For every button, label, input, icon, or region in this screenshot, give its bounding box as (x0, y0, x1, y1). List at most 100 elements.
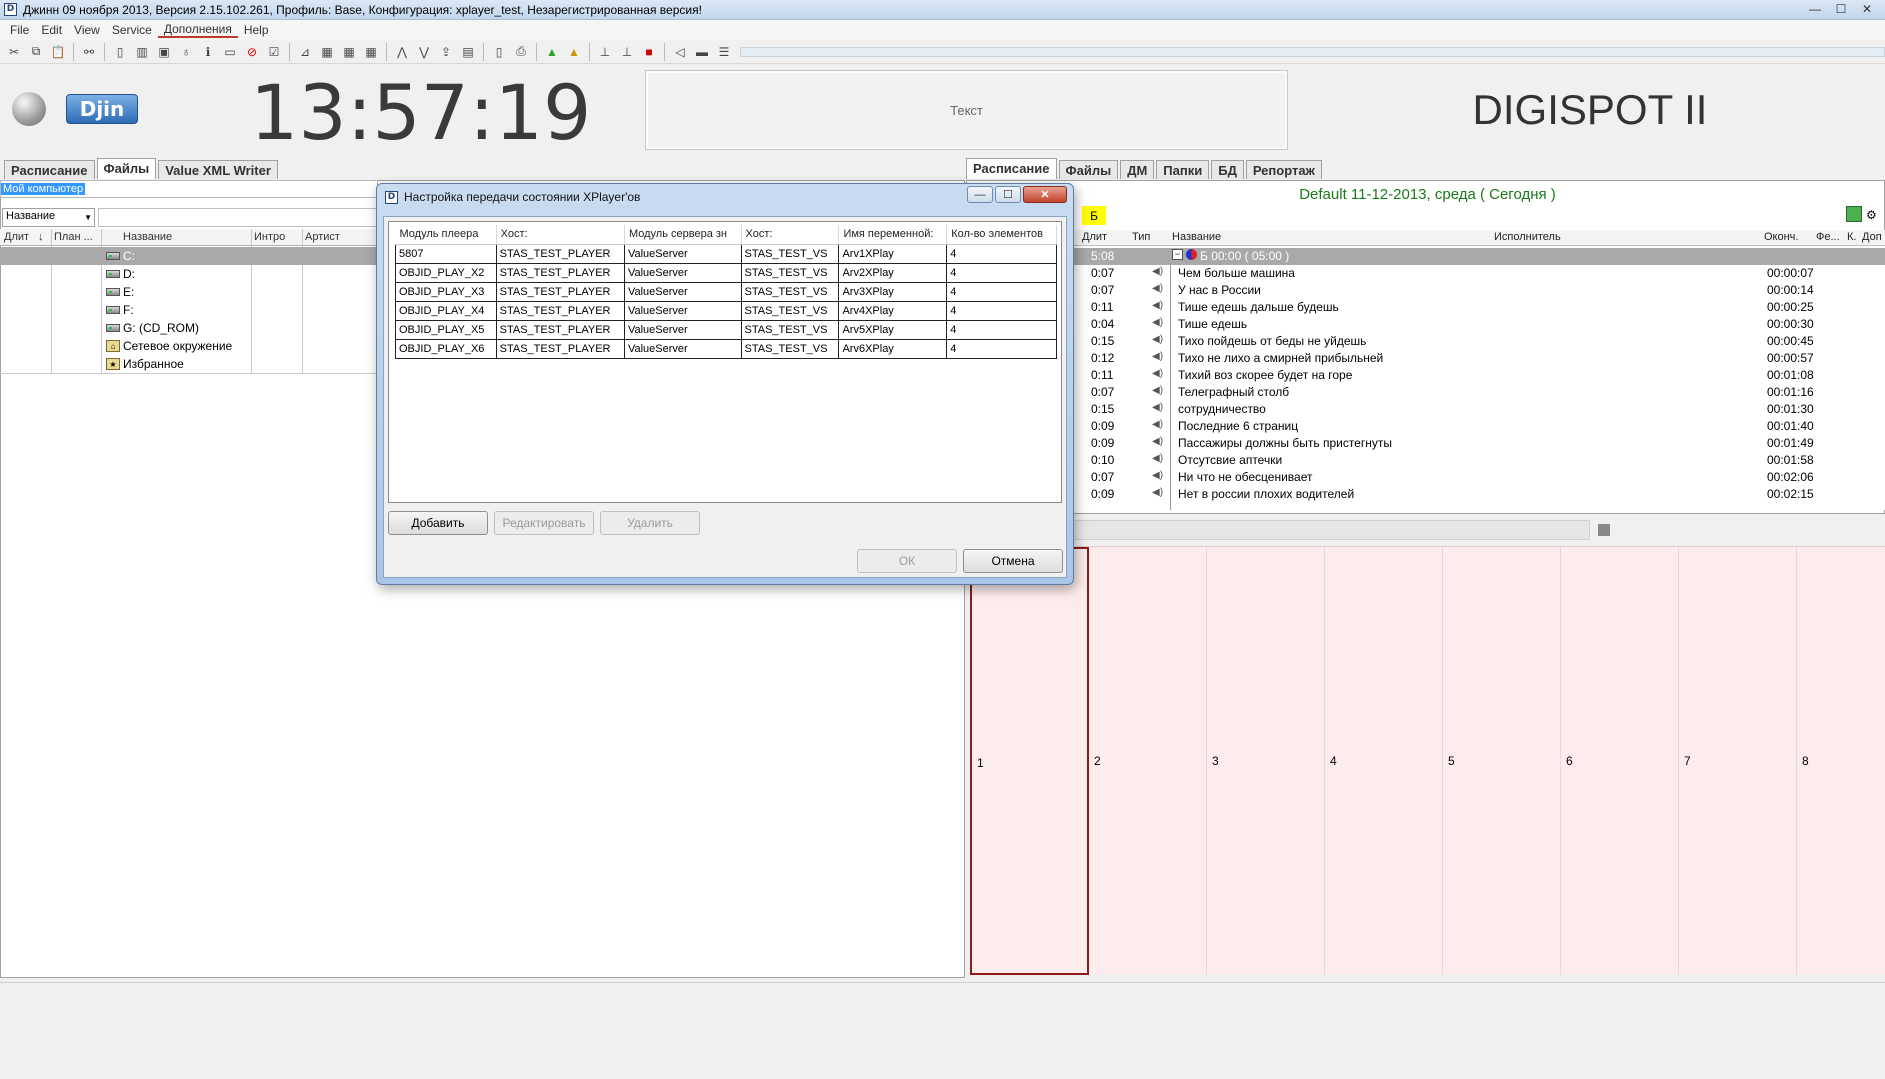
marker-green-icon[interactable]: ▲ (542, 43, 562, 61)
col-rp-fe[interactable]: Фе... (1816, 231, 1840, 243)
path-field[interactable]: Мой компьютер (0, 180, 378, 198)
microphone-icon[interactable]: ♁ (176, 43, 196, 61)
table-row[interactable]: OBJID_PLAY_X6 STAS_TEST_PLAYER ValueServ… (395, 338, 1057, 359)
volume-icon[interactable]: ◁ (670, 43, 690, 61)
col-player-module[interactable]: Модуль плеера (395, 225, 497, 245)
dialog-maximize-button[interactable]: ☐ (995, 186, 1021, 203)
table-row[interactable]: 0:11 ◀) Тихий воз скорее будет на горе 0… (970, 367, 1885, 384)
settings-icon[interactable]: ⚙ (1866, 208, 1877, 222)
table-row[interactable]: 0:04 ◀) Тише едешь 00:00:30 (970, 316, 1885, 333)
close-button[interactable]: ✕ (1855, 1, 1879, 17)
cart-cell[interactable]: 6 (1561, 547, 1679, 975)
cart-cell[interactable]: 1 (970, 547, 1089, 975)
cue-in-icon[interactable]: ⊥ (595, 43, 615, 61)
list-item[interactable]: D: (0, 265, 378, 283)
jingle-icon[interactable]: ⊿ (295, 43, 315, 61)
col-player-host[interactable]: Хост: (496, 225, 625, 245)
block-a-icon[interactable]: ▦ (317, 43, 337, 61)
block-marker[interactable]: Б (1082, 206, 1106, 225)
menu-edit[interactable]: Edit (35, 23, 68, 37)
marker-yellow-icon[interactable]: ▲ (564, 43, 584, 61)
cart-cell[interactable]: 2 (1089, 547, 1207, 975)
card-icon[interactable]: ▤ (458, 43, 478, 61)
maximize-button[interactable]: ☐ (1829, 1, 1853, 17)
edit-button[interactable]: Редактировать (494, 511, 594, 535)
tab-folders[interactable]: Папки (1156, 160, 1210, 179)
tab-db[interactable]: БД (1211, 160, 1244, 179)
cue-out-icon[interactable]: ⊥ (617, 43, 637, 61)
minimize-panel-icon[interactable]: ▬ (692, 43, 712, 61)
list-item[interactable]: C: (0, 247, 378, 265)
tab-value-xml-writer[interactable]: Value XML Writer (158, 160, 278, 179)
cut-icon[interactable]: ✂ (4, 43, 24, 61)
table-row[interactable]: 0:09 ◀) Нет в россии плохих водителей 00… (970, 486, 1885, 503)
table-row[interactable]: OBJID_PLAY_X5 STAS_TEST_PLAYER ValueServ… (395, 319, 1057, 340)
col-rp-artist[interactable]: Исполнитель (1494, 231, 1561, 243)
col-intro[interactable]: Интро (254, 231, 285, 243)
col-rp-end[interactable]: Оконч. (1764, 231, 1798, 243)
col-duration[interactable]: Длит (4, 231, 29, 243)
collapse-icon[interactable]: − (1172, 249, 1183, 260)
print-icon[interactable]: ⎙ (511, 43, 531, 61)
scroll-stop-button[interactable] (1598, 524, 1610, 536)
list-item[interactable]: ⌂ Сетевое окружение (0, 337, 378, 355)
list-icon[interactable]: ☰ (714, 43, 734, 61)
col-server-host[interactable]: Хост: (741, 225, 840, 245)
info-icon[interactable]: ℹ (198, 43, 218, 61)
table-row[interactable]: 0:11 ◀) Тише едешь дальше будешь 00:00:2… (970, 299, 1885, 316)
list-item[interactable]: G: (CD_ROM) (0, 319, 378, 337)
columns-icon[interactable]: ▥ (132, 43, 152, 61)
col-artist[interactable]: Артист (305, 231, 340, 243)
table-row[interactable]: 0:07 ◀) У нас в России 00:00:14 (970, 282, 1885, 299)
page-icon[interactable]: ▯ (489, 43, 509, 61)
tab-report[interactable]: Репортаж (1245, 160, 1322, 179)
filter-input[interactable] (98, 208, 378, 227)
upload-icon[interactable]: ⇪ (436, 43, 456, 61)
table-row[interactable]: 0:10 ◀) Отсутсвие аптечки 00:01:58 (970, 452, 1885, 469)
table-row[interactable]: OBJID_PLAY_X4 STAS_TEST_PLAYER ValueServ… (395, 300, 1057, 321)
sort-select[interactable]: Название ▼ (2, 208, 95, 227)
menu-view[interactable]: View (68, 23, 106, 37)
tab-files-right[interactable]: Файлы (1058, 160, 1119, 179)
paste-icon[interactable]: 📋 (48, 43, 68, 61)
col-element-count[interactable]: Кол-во элементов (946, 225, 1057, 245)
tab-files[interactable]: Файлы (96, 158, 157, 179)
cart-cell[interactable]: 3 (1207, 547, 1325, 975)
list-item[interactable]: E: (0, 283, 378, 301)
menu-extensions[interactable]: Дополнения (157, 22, 238, 38)
tab-schedule[interactable]: Расписание (4, 160, 95, 179)
col-name[interactable]: Название (123, 231, 172, 243)
cart-cell[interactable]: 8 (1797, 547, 1885, 975)
table-row[interactable]: 0:09 ◀) Последние 6 страниц 00:01:40 (970, 418, 1885, 435)
checkbox-icon[interactable]: ☑ (264, 43, 284, 61)
list-item[interactable]: F: (0, 301, 378, 319)
tab-schedule-right[interactable]: Расписание (966, 158, 1057, 179)
table-row[interactable]: OBJID_PLAY_X3 STAS_TEST_PLAYER ValueServ… (395, 281, 1057, 302)
cart-cell[interactable]: 5 (1443, 547, 1561, 975)
cart-cell[interactable]: 4 (1325, 547, 1443, 975)
block-icon[interactable]: ▣ (154, 43, 174, 61)
record-icon[interactable]: ■ (639, 43, 659, 61)
delete-button[interactable]: Удалить (600, 511, 700, 535)
stop-icon[interactable]: ⊘ (242, 43, 262, 61)
table-row[interactable]: 0:12 ◀) Тихо не лихо а смирней прибыльне… (970, 350, 1885, 367)
ok-button[interactable]: ОК (857, 549, 957, 573)
cart-cell[interactable]: 7 (1679, 547, 1797, 975)
col-rp-extra[interactable]: Доп (1862, 231, 1882, 243)
menu-file[interactable]: File (4, 23, 35, 37)
table-row[interactable]: 0:15 ◀) сотрудничество 00:01:30 (970, 401, 1885, 418)
wave-icon[interactable]: ⋀ (392, 43, 412, 61)
document-icon[interactable]: ▯ (110, 43, 130, 61)
list-item[interactable]: ★ Избранное (0, 355, 378, 373)
copy-icon[interactable]: ⧉ (26, 43, 46, 61)
block-b-icon[interactable]: ▦ (339, 43, 359, 61)
add-item-icon[interactable] (1846, 206, 1862, 222)
binoculars-icon[interactable]: ⚯ (79, 43, 99, 61)
table-row[interactable]: OBJID_PLAY_X2 STAS_TEST_PLAYER ValueServ… (395, 262, 1057, 283)
comment-icon[interactable]: ▭ (220, 43, 240, 61)
table-row[interactable]: 0:07 ◀) Телеграфный столб 00:01:16 (970, 384, 1885, 401)
table-row[interactable]: 0:07 ◀) Чем больше машина 00:00:07 (970, 265, 1885, 282)
add-button[interactable]: Добавить (388, 511, 488, 535)
col-server-module[interactable]: Модуль сервера зн (624, 225, 742, 245)
menu-help[interactable]: Help (238, 23, 275, 37)
